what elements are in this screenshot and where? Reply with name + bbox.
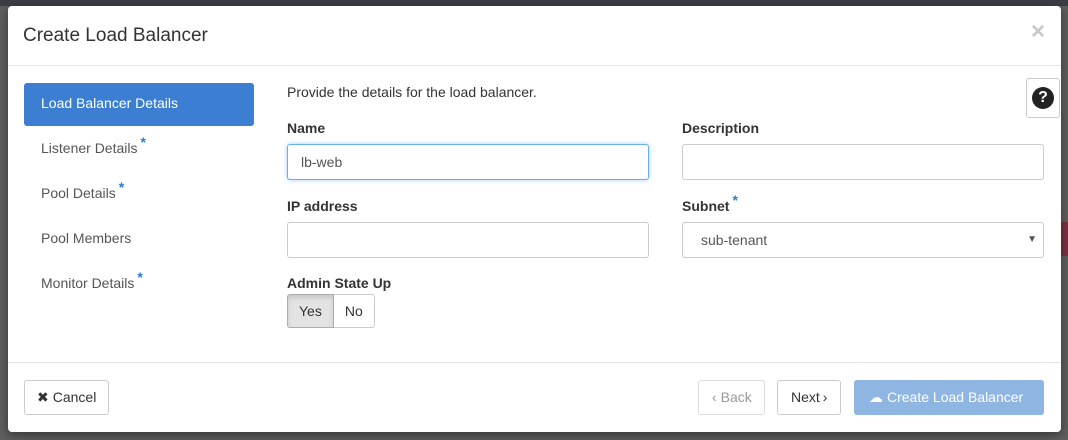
next-label: Next (791, 389, 820, 405)
close-icon[interactable]: × (1031, 20, 1045, 44)
close-icon: ✖ (37, 389, 49, 405)
cancel-label: Cancel (52, 389, 97, 405)
subnet-label: Subnet * (682, 192, 738, 214)
wizard-nav: Load Balancer Details Listener Details * … (24, 83, 254, 308)
create-label: Create Load Balancer (887, 389, 1024, 405)
create-load-balancer-button[interactable]: ☁ Create Load Balancer (854, 380, 1044, 415)
form-intro: Provide the details for the load balance… (287, 84, 537, 100)
admin-state-toggle: Yes No (287, 294, 375, 328)
wizard-step-monitor-details[interactable]: Monitor Details * (24, 263, 254, 306)
wizard-step-label: Monitor Details (41, 275, 135, 291)
required-marker: * (118, 179, 125, 195)
name-label: Name (287, 120, 326, 136)
description-label: Description (682, 120, 760, 136)
next-button[interactable]: Next › (777, 380, 842, 415)
modal-body: Load Balancer Details Listener Details * … (8, 66, 1061, 363)
modal-title: Create Load Balancer (23, 25, 208, 46)
chevron-left-icon: ‹ (712, 389, 717, 405)
back-label: Back (720, 389, 752, 405)
cloud-upload-icon: ☁ (869, 389, 883, 405)
required-marker: * (732, 192, 738, 208)
wizard-step-label: Listener Details (41, 140, 138, 156)
back-button[interactable]: ‹ Back (698, 380, 765, 415)
question-circle-icon: ? (1032, 87, 1054, 109)
required-marker: * (140, 134, 146, 150)
wizard-step-label: Load Balancer Details (41, 95, 178, 111)
wizard-step-listener-details[interactable]: Listener Details * (24, 128, 254, 171)
cancel-button[interactable]: ✖ Cancel (24, 380, 110, 415)
wizard-step-label: Pool Members (41, 230, 132, 246)
name-input[interactable] (287, 144, 649, 180)
help-button[interactable]: ? (1026, 78, 1060, 118)
description-input[interactable] (682, 144, 1044, 180)
wizard-step-load-balancer-details[interactable]: Load Balancer Details (24, 83, 254, 126)
admin-state-yes-button[interactable]: Yes (287, 294, 334, 328)
background-danger-button (1060, 222, 1068, 256)
wizard-step-label: Pool Details (41, 185, 116, 201)
wizard-step-pool-members[interactable]: Pool Members (24, 218, 254, 261)
subnet-label-text: Subnet (682, 198, 730, 214)
subnet-selected-value: sub-tenant (701, 232, 768, 248)
subnet-select[interactable]: sub-tenant ▼ (682, 222, 1044, 258)
admin-state-no-button[interactable]: No (333, 294, 375, 328)
modal-header: Create Load Balancer × (8, 6, 1061, 66)
wizard-step-pool-details[interactable]: Pool Details * (24, 173, 254, 216)
chevron-right-icon: › (822, 389, 828, 405)
create-load-balancer-modal: Create Load Balancer × Load Balancer Det… (8, 6, 1061, 432)
required-marker: * (137, 269, 143, 285)
ip-address-input[interactable] (287, 222, 649, 258)
caret-down-icon: ▼ (1027, 234, 1037, 245)
ip-address-label: IP address (287, 198, 358, 214)
admin-state-label: Admin State Up (287, 275, 392, 291)
